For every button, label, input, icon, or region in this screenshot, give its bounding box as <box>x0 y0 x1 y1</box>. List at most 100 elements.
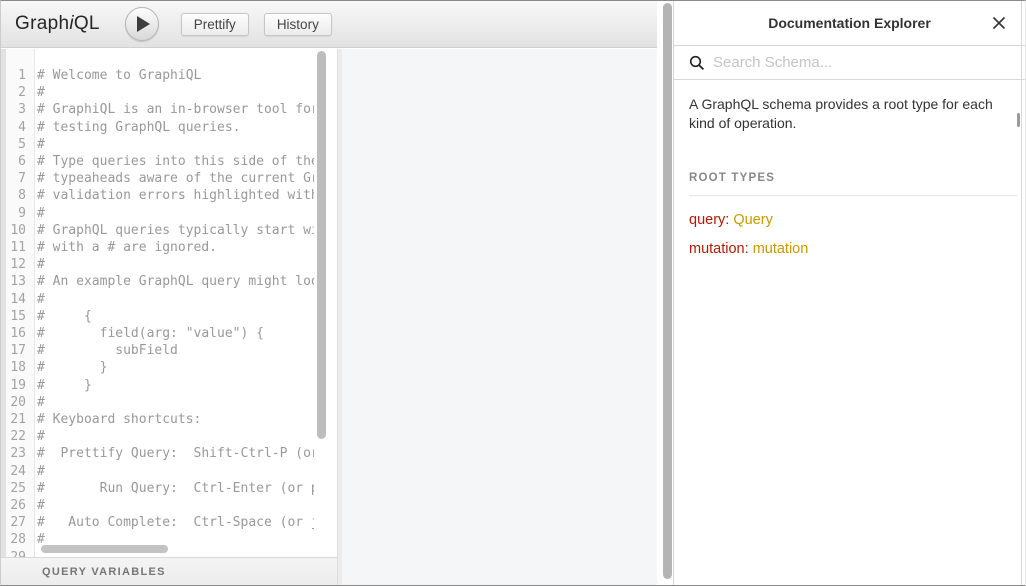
code-line[interactable]: 21# Keyboard shortcuts: <box>1 411 314 428</box>
root-types-heading: ROOT TYPES <box>689 172 1017 196</box>
query-variables-bar[interactable]: QUERY VARIABLES <box>1 557 337 585</box>
line-number: 18 <box>1 359 31 376</box>
code-line[interactable]: 8# validation errors highlighted within … <box>1 187 314 204</box>
window-scrollbar-thumb[interactable] <box>663 3 672 579</box>
close-icon[interactable] <box>990 14 1008 32</box>
line-number: 13 <box>1 273 31 290</box>
graphiql-logo: GraphiQL <box>15 13 100 35</box>
code-text: # Type queries into this side of the scr… <box>31 154 314 169</box>
line-number: 14 <box>1 291 31 308</box>
line-number: 19 <box>1 377 31 394</box>
code-text: # <box>31 257 45 272</box>
code-line[interactable]: 19# } <box>1 377 314 394</box>
line-number: 8 <box>1 187 31 204</box>
window-scrollbar-track <box>657 1 673 585</box>
line-number: 22 <box>1 428 31 445</box>
query-editor-pane: 1# Welcome to GraphiQL2#3# GraphiQL is a… <box>1 49 337 585</box>
code-text: # <box>31 395 45 410</box>
code-line[interactable]: 26# <box>1 497 314 514</box>
root-type-item[interactable]: query: Query <box>689 212 1010 228</box>
root-types-list: query: Query mutation: mutation <box>689 212 1010 257</box>
line-number: 24 <box>1 463 31 480</box>
code-line[interactable]: 3# GraphiQL is an in-browser tool for wr… <box>1 101 314 118</box>
doc-panel-scroll-thumb[interactable] <box>1017 113 1020 127</box>
prettify-button[interactable]: Prettify <box>181 13 249 36</box>
code-text: # Prettify Query: Shift-Ctrl-P (or press… <box>31 446 314 461</box>
line-number: 15 <box>1 308 31 325</box>
code-lines[interactable]: 1# Welcome to GraphiQL2#3# GraphiQL is a… <box>1 67 314 557</box>
root-type-item[interactable]: mutation: mutation <box>689 241 1010 257</box>
code-line[interactable]: 7# typeaheads aware of the current Graph… <box>1 170 314 187</box>
code-line[interactable]: 20# <box>1 394 314 411</box>
code-text: # <box>31 85 45 100</box>
code-line[interactable]: 6# Type queries into this side of the sc… <box>1 153 314 170</box>
line-number: 27 <box>1 514 31 531</box>
search-schema-input[interactable] <box>713 54 1010 71</box>
editor-horizontal-scrollbar[interactable] <box>41 545 168 553</box>
line-number: 2 <box>1 84 31 101</box>
query-editor[interactable]: 1# Welcome to GraphiQL2#3# GraphiQL is a… <box>1 49 337 557</box>
code-text: # Welcome to GraphiQL <box>31 68 201 83</box>
line-number: 28 <box>1 531 31 548</box>
line-number: 7 <box>1 170 31 187</box>
code-text: # Keyboard shortcuts: <box>31 412 201 427</box>
code-text: # An example GraphQL query might look li… <box>31 274 314 289</box>
root-type-keyword[interactable]: query: <box>689 212 729 228</box>
line-number: 21 <box>1 411 31 428</box>
workspace: 1# Welcome to GraphiQL2#3# GraphiQL is a… <box>1 49 657 585</box>
code-line[interactable]: 5# <box>1 136 314 153</box>
editor-vertical-scrollbar[interactable] <box>317 51 326 439</box>
code-line[interactable]: 9# <box>1 205 314 222</box>
logo-text-ql: QL <box>74 13 100 34</box>
code-line[interactable]: 14# <box>1 291 314 308</box>
code-text: # with a # are ignored. <box>31 240 217 255</box>
code-line[interactable]: 27# Auto Complete: Ctrl-Space (or just s… <box>1 514 314 531</box>
code-line[interactable]: 22# <box>1 428 314 445</box>
code-line[interactable]: 15# { <box>1 308 314 325</box>
code-text: # testing GraphQL queries. <box>31 120 241 135</box>
code-text: # GraphiQL is an in-browser tool for wri… <box>31 102 314 117</box>
code-line[interactable]: 13# An example GraphQL query might look … <box>1 273 314 290</box>
code-line[interactable]: 2# <box>1 84 314 101</box>
code-line[interactable]: 10# GraphQL queries typically start with… <box>1 222 314 239</box>
code-text: # <box>31 206 45 221</box>
line-number: 12 <box>1 256 31 273</box>
line-number: 20 <box>1 394 31 411</box>
schema-description: A GraphQL schema provides a root type fo… <box>689 95 1010 133</box>
code-line[interactable]: 16# field(arg: "value") { <box>1 325 314 342</box>
code-line[interactable]: 25# Run Query: Ctrl-Enter (or press the … <box>1 480 314 497</box>
code-text: # validation errors highlighted within t… <box>31 188 314 203</box>
code-text <box>31 550 37 557</box>
result-pane <box>342 49 657 585</box>
code-text: # Run Query: Ctrl-Enter (or press the pl… <box>31 481 314 496</box>
query-variables-label: QUERY VARIABLES <box>42 566 166 578</box>
history-button[interactable]: History <box>264 13 332 36</box>
root-type-keyword[interactable]: mutation: <box>689 241 749 257</box>
schema-search-row <box>674 46 1025 80</box>
line-number: 5 <box>1 136 31 153</box>
code-text: # } <box>31 378 92 393</box>
execute-button[interactable] <box>125 7 159 41</box>
line-number: 10 <box>1 222 31 239</box>
code-text: # GraphQL queries typically start with a… <box>31 223 314 238</box>
code-line[interactable]: 1# Welcome to GraphiQL <box>1 67 314 84</box>
code-text: # <box>31 464 45 479</box>
root-type-link[interactable]: Query <box>733 212 773 228</box>
line-number: 4 <box>1 119 31 136</box>
doc-explorer-title: Documentation Explorer <box>768 15 931 31</box>
line-number: 1 <box>1 67 31 84</box>
line-number: 3 <box>1 101 31 118</box>
code-line[interactable]: 18# } <box>1 359 314 376</box>
code-line[interactable]: 23# Prettify Query: Shift-Ctrl-P (or pre… <box>1 445 314 462</box>
code-line[interactable]: 17# subField <box>1 342 314 359</box>
code-line[interactable]: 11# with a # are ignored. <box>1 239 314 256</box>
code-line[interactable]: 12# <box>1 256 314 273</box>
line-number: 11 <box>1 239 31 256</box>
code-text: # <box>31 498 45 513</box>
doc-explorer-body: A GraphQL schema provides a root type fo… <box>674 80 1025 285</box>
line-number: 23 <box>1 445 31 462</box>
code-text: # <box>31 292 45 307</box>
code-line[interactable]: 4# testing GraphQL queries. <box>1 119 314 136</box>
root-type-link[interactable]: mutation <box>753 241 809 257</box>
code-line[interactable]: 24# <box>1 463 314 480</box>
